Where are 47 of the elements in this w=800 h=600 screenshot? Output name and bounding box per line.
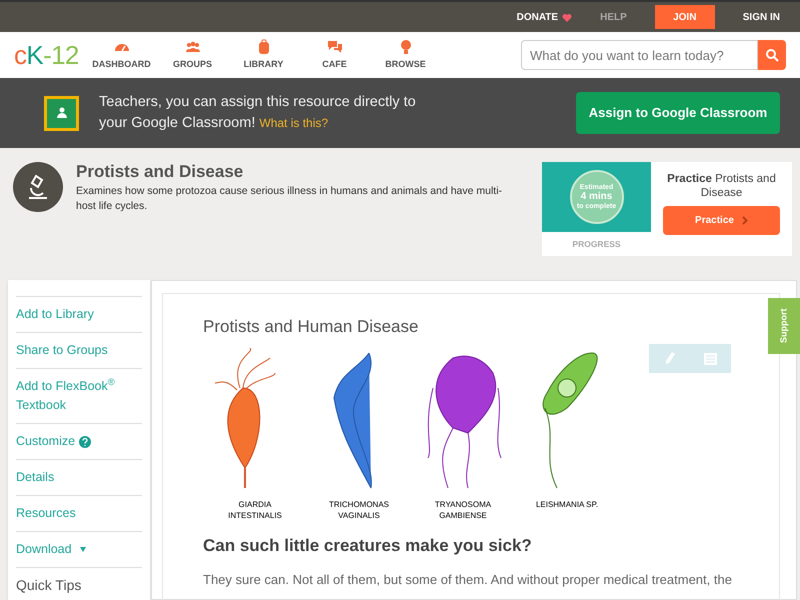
search-icon bbox=[766, 48, 778, 62]
figure-caption: TRYANOSOMA GAMBIENSE bbox=[434, 498, 492, 520]
caret-icon bbox=[80, 547, 86, 552]
sidebar-link[interactable]: Resources bbox=[16, 495, 142, 531]
nav-item[interactable]: GROUPS bbox=[157, 38, 228, 72]
pencil-icon bbox=[664, 352, 674, 365]
what-is-this-link[interactable]: What is this? bbox=[259, 116, 328, 130]
classroom-message: Teachers, you can assign this resource directly to your Google Classroom! What is this? bbox=[99, 93, 417, 133]
figure-caption: TRICHOMONAS VAGINALIS bbox=[329, 498, 389, 520]
heart-icon bbox=[562, 12, 572, 22]
figure-caption: LEISHMANIA SP. bbox=[536, 498, 598, 510]
sidebar-link[interactable]: Download bbox=[16, 540, 72, 559]
concept-description: Examines how some protozoa cause serious illness in humans and animals and have multi-host life cycles. bbox=[76, 184, 504, 214]
help-icon[interactable] bbox=[79, 436, 92, 448]
practice-heading: Practice Protists and Disease bbox=[666, 172, 777, 200]
nav-item[interactable]: LIBRARY bbox=[228, 38, 299, 72]
chevron-icon bbox=[742, 216, 748, 225]
help-link[interactable]: HELP bbox=[600, 10, 627, 24]
search-button[interactable] bbox=[758, 40, 786, 70]
concept-title: Protists and Disease bbox=[76, 162, 244, 182]
chat-icon bbox=[326, 38, 342, 55]
figure-caption: GIARDIA INTESTINALIS bbox=[228, 498, 282, 520]
article-paragraph: They sure can. Not all of them, but some of them. And without proper medical treatment, the bbox=[203, 571, 733, 589]
join-button[interactable]: JOIN bbox=[654, 5, 715, 29]
sidebar-link[interactable]: Add to Library bbox=[16, 296, 142, 332]
sidebar-link[interactable]: Details bbox=[16, 459, 142, 495]
donate-link[interactable]: DONATE bbox=[516, 10, 572, 24]
practice-button[interactable]: Practice bbox=[663, 206, 780, 235]
sidebar-link[interactable]: Share to Groups bbox=[16, 332, 142, 368]
assign-button[interactable]: Assign to Google Classroom bbox=[576, 92, 780, 134]
sign-in-link[interactable]: SIGN IN bbox=[742, 10, 780, 24]
search-field[interactable]: What do you want to learn today? bbox=[521, 40, 758, 70]
section-heading: Can such little creatures make you sick? bbox=[203, 534, 533, 556]
estimate-value: 4 mins bbox=[580, 192, 612, 202]
nav-item[interactable]: CAFE bbox=[299, 38, 370, 72]
document-icon bbox=[704, 352, 717, 364]
sidebar-link[interactable]: Customize bbox=[16, 432, 76, 451]
nav-item[interactable]: BROWSE bbox=[370, 38, 441, 72]
article-title: Protists and Human Disease bbox=[203, 316, 420, 338]
section-heading: Quick Tips bbox=[16, 577, 82, 593]
sidebar-link[interactable]: Add to FlexBook$^{®}$ Textbook bbox=[16, 368, 142, 423]
logo[interactable]: cK-12 bbox=[14, 42, 80, 68]
support-tab[interactable]: Support bbox=[768, 298, 800, 354]
people-icon bbox=[184, 38, 200, 55]
progress-label: PROGRESS bbox=[571, 238, 622, 251]
classroom-icon bbox=[44, 96, 79, 130]
nav-item[interactable]: DASHBOARD bbox=[86, 38, 157, 72]
